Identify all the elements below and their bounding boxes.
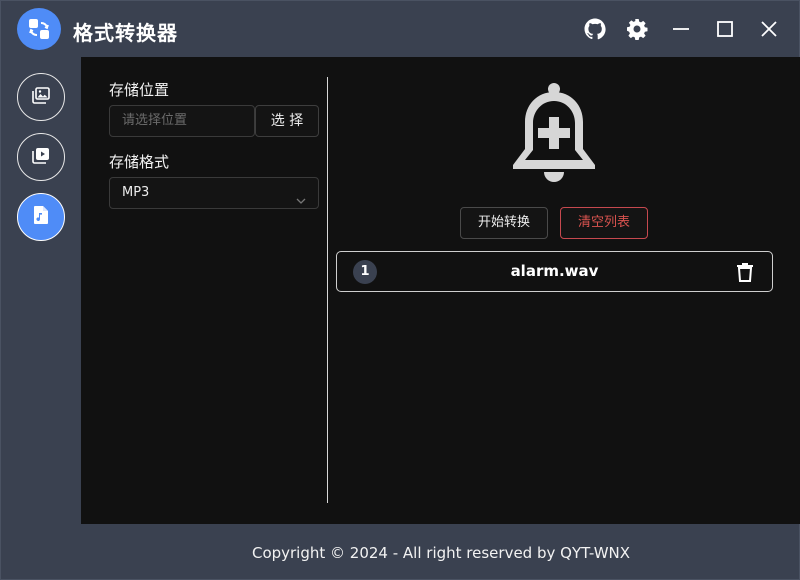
app-title: 格式转换器 — [73, 21, 178, 45]
nav-item-audio-convert[interactable] — [17, 193, 65, 241]
github-icon[interactable] — [581, 15, 609, 43]
swap-arrows-icon — [17, 8, 61, 50]
images-icon — [31, 85, 51, 109]
storage-format-select[interactable]: MP3 — [109, 177, 319, 209]
storage-location-input[interactable]: 请选择位置 — [109, 105, 255, 137]
nav-item-video-convert[interactable] — [17, 133, 65, 181]
app-window: 格式转换器 存储位置 请选择位置 选 择 存储格式 MP3 开始转换 清空列表 … — [0, 0, 800, 580]
storage-format-label: 存储格式 — [109, 153, 170, 171]
list-item[interactable]: 1 alarm.wav — [336, 251, 773, 292]
nav-item-image-convert[interactable] — [17, 73, 65, 121]
panel-divider — [327, 77, 328, 503]
copyright-footer: Copyright © 2024 - All right reserved by… — [251, 543, 631, 562]
storage-format-value: MP3 — [122, 185, 150, 200]
file-name: alarm.wav — [510, 262, 599, 280]
side-nav — [1, 57, 81, 523]
minimize-icon[interactable] — [667, 15, 695, 43]
title-bar[interactable]: 格式转换器 — [1, 1, 800, 57]
start-convert-button[interactable]: 开始转换 — [460, 207, 548, 239]
select-location-button[interactable]: 选 择 — [255, 105, 319, 137]
chevron-down-icon — [296, 188, 306, 218]
video-icon — [31, 145, 51, 169]
add-file-bell-icon[interactable] — [511, 83, 597, 185]
maximize-icon[interactable] — [711, 15, 739, 43]
storage-location-label: 存储位置 — [109, 81, 170, 99]
gear-icon[interactable] — [623, 15, 651, 43]
main-panel: 存储位置 请选择位置 选 择 存储格式 MP3 开始转换 清空列表 1 alar… — [81, 57, 800, 524]
close-icon[interactable] — [755, 15, 783, 43]
music-file-icon — [32, 205, 50, 229]
clear-list-button[interactable]: 清空列表 — [560, 207, 648, 239]
trash-icon[interactable] — [736, 262, 754, 282]
